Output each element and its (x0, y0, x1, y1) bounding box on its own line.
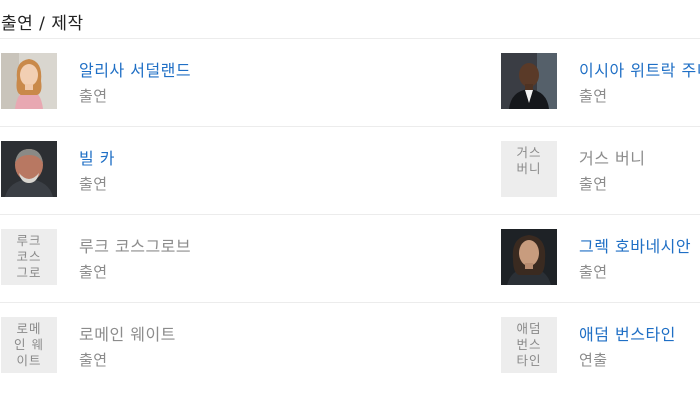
actor-role: 출연 (79, 263, 108, 281)
actor-name-link[interactable]: 이시아 위트락 주니어 (579, 57, 700, 81)
actor-role: 출연 (579, 263, 608, 281)
cast-item[interactable]: 거스 버니 거스 버니 출연 (501, 141, 700, 197)
placeholder-text: 애덤 번스타인 (516, 321, 542, 368)
section-title: 출연 / 제작 (1, 14, 84, 34)
divider (0, 214, 700, 215)
actor-photo-placeholder[interactable]: 로메인 웨이트 (1, 317, 57, 373)
actor-role: 출연 (79, 175, 108, 193)
actor-photo[interactable] (501, 53, 557, 109)
cast-item[interactable]: 로메인 웨이트 로메인 웨이트 출연 (1, 317, 311, 373)
placeholder-text: 로메인 웨이트 (14, 321, 44, 368)
actor-name-link[interactable]: 빌 카 (79, 145, 115, 169)
actor-name: 거스 버니 (579, 149, 646, 168)
placeholder-text: 거스 버니 (516, 145, 542, 176)
divider (0, 126, 700, 127)
actor-role: 출연 (579, 175, 608, 193)
actor-name: 루크 코스그로브 (79, 237, 192, 256)
cast-item[interactable]: 그렉 호바네시안 출연 (501, 229, 700, 285)
actor-photo-placeholder[interactable]: 루크 코스그로 (1, 229, 57, 285)
actor-photo-placeholder[interactable]: 애덤 번스타인 (501, 317, 557, 373)
actor-role: 출연 (79, 351, 108, 369)
cast-item[interactable]: 이시아 위트락 주니어 출연 (501, 53, 700, 109)
actor-photo[interactable] (1, 53, 57, 109)
placeholder-text: 루크 코스그로 (16, 233, 42, 280)
divider (0, 302, 700, 303)
divider (0, 38, 700, 39)
director-role: 연출 (579, 351, 608, 369)
actor-role: 출연 (79, 87, 108, 105)
director-name-link[interactable]: 애덤 번스타인 (579, 321, 676, 345)
cast-item[interactable]: 빌 카 출연 (1, 141, 311, 197)
actor-name: 로메인 웨이트 (79, 325, 176, 344)
cast-item[interactable]: 루크 코스그로 루크 코스그로브 출연 (1, 229, 311, 285)
actor-name-link[interactable]: 그렉 호바네시안 (579, 233, 691, 257)
actor-photo[interactable] (501, 229, 557, 285)
cast-item[interactable]: 애덤 번스타인 애덤 번스타인 연출 (501, 317, 700, 373)
actor-name-link[interactable]: 알리사 서덜랜드 (79, 57, 191, 81)
actor-photo-placeholder[interactable]: 거스 버니 (501, 141, 557, 197)
actor-photo[interactable] (1, 141, 57, 197)
cast-item[interactable]: 알리사 서덜랜드 출연 (1, 53, 311, 109)
actor-role: 출연 (579, 87, 608, 105)
